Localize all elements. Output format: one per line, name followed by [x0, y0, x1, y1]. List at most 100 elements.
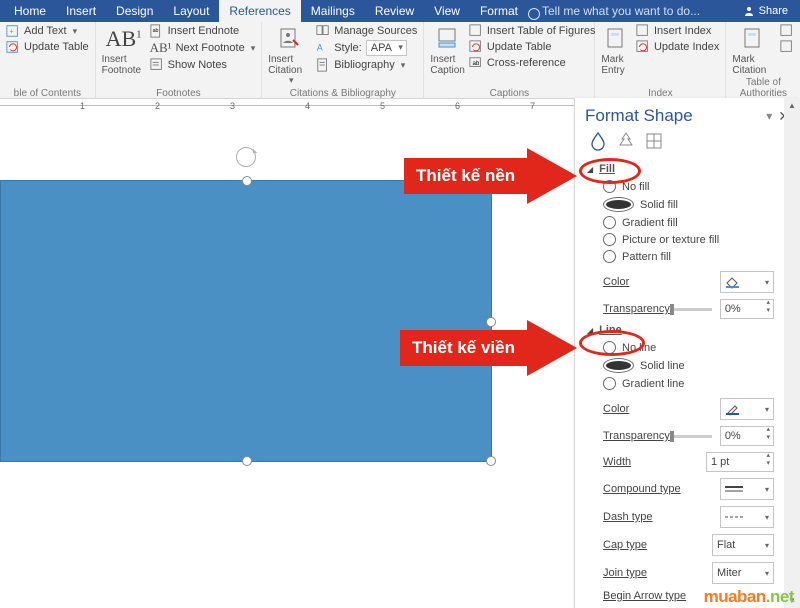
pattern-fill-radio[interactable]: Pattern fill [603, 250, 776, 263]
tab-format[interactable]: Format [470, 0, 528, 22]
effects-tab[interactable] [615, 130, 637, 152]
solid-line-radio[interactable]: Solid line [603, 358, 776, 373]
update-toa-icon [780, 40, 794, 54]
mark-citation-icon [742, 27, 766, 51]
fill-transparency-spinner[interactable]: 0% [720, 299, 774, 319]
svg-text:ab: ab [472, 60, 479, 67]
mark-entry-button[interactable]: Mark Entry [601, 24, 632, 88]
group-label: Table of Authorities [732, 77, 794, 100]
solid-fill-radio[interactable]: Solid fill [603, 197, 776, 212]
no-fill-radio[interactable]: No fill [603, 180, 776, 193]
rotation-handle[interactable] [236, 147, 256, 167]
callout-label: Thiết kế nền [404, 158, 527, 194]
insert-endnote-button[interactable]: abInsert Endnote [150, 24, 256, 38]
insert-citation-button[interactable]: Insert Citation▾ [268, 24, 312, 88]
show-notes-icon [150, 58, 164, 72]
mark-entry-icon [605, 27, 629, 51]
line-color-picker[interactable]: ▾ [720, 398, 774, 420]
tab-design[interactable]: Design [106, 0, 163, 22]
ribbon: +Add Text▾ Update Table ble of Contents … [0, 22, 800, 99]
compound-type-row: Compound type▾ [575, 474, 784, 502]
update-toc-button[interactable]: Update Table [6, 40, 89, 54]
next-footnote-icon: AB¹ [150, 40, 172, 56]
tab-references[interactable]: References [219, 0, 300, 22]
tab-list: Home Insert Design Layout References Mai… [4, 0, 528, 22]
callout-line: Thiết kế viền [400, 320, 577, 376]
mark-citation-button[interactable]: Mark Citation [732, 24, 776, 77]
cap-type-row: Cap typeFlat▾ [575, 530, 784, 558]
insert-index-button[interactable]: Insert Index [636, 24, 719, 38]
style-icon: A [316, 41, 330, 55]
dash-type-select[interactable]: ▾ [720, 506, 774, 528]
fill-line-tab[interactable] [587, 130, 609, 152]
insert-footnote-button[interactable]: AB1 Insert Footnote [102, 24, 146, 88]
line-transparency-spinner[interactable]: 0% [720, 426, 774, 446]
tab-layout[interactable]: Layout [163, 0, 219, 22]
join-type-select[interactable]: Miter▾ [712, 562, 774, 584]
tab-insert[interactable]: Insert [56, 0, 106, 22]
update-table-button[interactable]: Update Table [469, 40, 596, 54]
arrow-icon [527, 148, 577, 204]
update-icon [469, 40, 483, 54]
join-type-row: Join typeMiter▾ [575, 558, 784, 586]
line-transparency-slider[interactable] [670, 435, 712, 438]
insert-toa-icon [780, 24, 794, 38]
compound-type-select[interactable]: ▾ [720, 478, 774, 500]
update-icon [636, 40, 650, 54]
add-text-button[interactable]: +Add Text▾ [6, 24, 89, 38]
cross-reference-button[interactable]: abCross-reference [469, 56, 596, 70]
manage-sources-button[interactable]: Manage Sources [316, 24, 417, 38]
tab-home[interactable]: Home [4, 0, 56, 22]
fill-color-picker[interactable]: ▾ [720, 271, 774, 293]
group-captions: Insert Caption Insert Table of Figures U… [424, 22, 595, 102]
dash-type-row: Dash type▾ [575, 502, 784, 530]
line-width-spinner[interactable]: 1 pt [706, 452, 774, 472]
pen-icon [725, 402, 741, 416]
pane-menu-icon[interactable]: ▾ [764, 109, 774, 123]
update-icon [6, 40, 20, 54]
tab-view[interactable]: View [424, 0, 470, 22]
highlight-oval-line [579, 330, 645, 356]
tell-me-input[interactable]: Tell me what you want to do... [528, 4, 700, 18]
callout-label: Thiết kế viền [400, 330, 527, 366]
tab-mailings[interactable]: Mailings [301, 0, 365, 22]
insert-tof-button[interactable]: Insert Table of Figures [469, 24, 596, 38]
show-notes-button[interactable]: Show Notes [150, 58, 256, 72]
line-transparency-row: Transparency0% [575, 422, 784, 448]
tof-icon [469, 24, 483, 38]
person-icon [743, 5, 755, 17]
cap-type-select[interactable]: Flat▾ [712, 534, 774, 556]
resize-handle-se[interactable] [486, 456, 496, 466]
highlight-oval-fill [579, 158, 641, 184]
arrow-icon [527, 320, 577, 376]
gradient-line-radio[interactable]: Gradient line [603, 377, 776, 390]
bucket-icon [725, 275, 741, 289]
resize-handle-n[interactable] [242, 176, 252, 186]
tab-review[interactable]: Review [365, 0, 424, 22]
size-properties-tab[interactable] [643, 130, 665, 152]
next-footnote-button[interactable]: AB¹Next Footnote▾ [150, 40, 256, 56]
add-text-icon: + [6, 24, 20, 38]
style-select[interactable]: AStyle: APA [316, 40, 417, 56]
update-index-button[interactable]: Update Index [636, 40, 719, 54]
pane-title: Format Shape ▾ ✕ [575, 98, 800, 130]
resize-handle-s[interactable] [242, 456, 252, 466]
citation-icon [278, 27, 302, 51]
svg-text:ab: ab [152, 28, 158, 34]
svg-text:A: A [317, 43, 323, 53]
share-button[interactable]: Share [735, 5, 796, 17]
bibliography-icon [316, 58, 330, 72]
endnote-icon: ab [150, 24, 164, 38]
gradient-fill-radio[interactable]: Gradient fill [603, 216, 776, 229]
callout-fill: Thiết kế nền [404, 148, 577, 204]
group-citations: Insert Citation▾ Manage Sources AStyle: … [262, 22, 424, 102]
line-color-row: Color▾ [575, 394, 784, 422]
pane-scrollbar[interactable]: ▲▼ [784, 98, 800, 608]
picture-fill-radio[interactable]: Picture or texture fill [603, 233, 776, 246]
footnote-icon: AB1 [106, 27, 142, 51]
line-width-row: Width1 pt [575, 448, 784, 474]
insert-caption-button[interactable]: Insert Caption [430, 24, 464, 88]
group-toa: Mark Citation Table of Authorities [726, 22, 800, 102]
fill-transparency-slider[interactable] [670, 308, 712, 311]
bibliography-button[interactable]: Bibliography▾ [316, 58, 417, 72]
